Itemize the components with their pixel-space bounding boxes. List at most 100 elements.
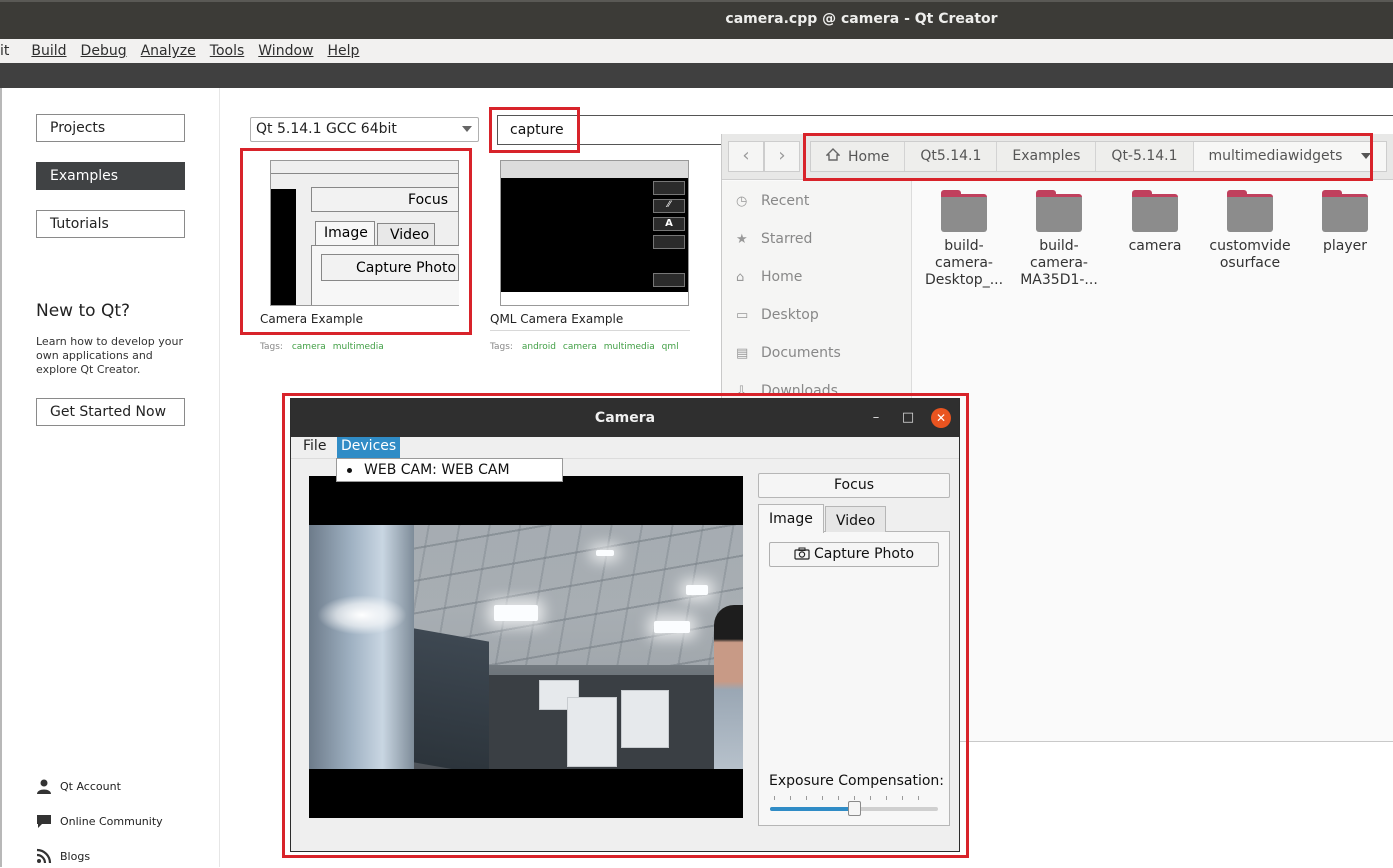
menu-window[interactable]: Window: [258, 39, 313, 63]
tab-video[interactable]: Video: [825, 506, 887, 532]
qml-thumb-button-2: ⁄⁄: [653, 199, 685, 213]
folder-name-line: osurface: [1219, 255, 1281, 271]
tag-camera[interactable]: camera: [292, 342, 326, 352]
feed-light: [686, 585, 708, 595]
feed-glare: [317, 595, 407, 635]
exposure-slider-handle[interactable]: [848, 801, 861, 816]
tab-image[interactable]: Image: [758, 504, 824, 533]
maximize-icon[interactable]: □: [898, 408, 918, 428]
device-menu-item-label: WEB CAM: WEB CAM: [364, 462, 510, 478]
qml-thumb-button-4: [653, 235, 685, 249]
crumb-examples[interactable]: Examples: [997, 142, 1097, 171]
toolbar-band: [0, 63, 1393, 88]
new-to-qt-description: Learn how to develop your own applicatio…: [36, 335, 184, 376]
folder-build-camera-desktop[interactable]: build- camera- Desktop_...: [919, 190, 1009, 289]
tag-android[interactable]: android: [522, 342, 556, 352]
folder-icon: [1227, 190, 1273, 232]
camera-window-title: Camera: [291, 399, 959, 437]
thumb-menubar-line: [271, 173, 458, 174]
nav-tutorials-button[interactable]: Tutorials: [36, 210, 185, 238]
folder-name-line: camera-: [1030, 255, 1088, 271]
feed-light: [596, 550, 614, 556]
user-icon: [36, 778, 52, 794]
rss-icon: [36, 848, 52, 864]
thumb-tab-video: Video: [377, 223, 435, 245]
crumb-qt5141[interactable]: Qt5.14.1: [905, 142, 998, 171]
sidebar-item-downloads[interactable]: ⇩ Downloads: [736, 383, 838, 399]
focus-button[interactable]: Focus: [758, 473, 950, 498]
menu-help[interactable]: Help: [327, 39, 359, 63]
crumb-home[interactable]: Home: [811, 142, 906, 171]
forward-button[interactable]: ›: [764, 141, 800, 172]
folder-build-camera-ma35d1[interactable]: build- camera- MA35D1-...: [1014, 190, 1104, 289]
crumb-qt-5141[interactable]: Qt-5.14.1: [1096, 142, 1194, 171]
camera-example-thumbnail[interactable]: Focus Image Video Capture Photo: [270, 160, 459, 306]
qml-thumb-button-3: A: [653, 217, 685, 231]
menu-build-label: Build: [31, 43, 67, 59]
folder-customvideosurface[interactable]: customvide osurface: [1205, 190, 1295, 272]
sidebar-item-recent[interactable]: ◷ Recent: [736, 193, 809, 209]
tag-multimedia[interactable]: multimedia: [333, 342, 384, 352]
thumb-capture-button: Capture Photo: [321, 254, 459, 281]
radio-dot-icon: [347, 467, 352, 473]
qml-camera-example-thumbnail[interactable]: ⁄⁄ A: [500, 160, 689, 306]
camera-viewfinder: [309, 476, 743, 818]
folder-name-line: MA35D1-...: [1020, 272, 1098, 288]
menu-file[interactable]: File: [299, 437, 330, 458]
nav-examples-button[interactable]: Examples: [36, 162, 185, 190]
sidebar-item-desktop[interactable]: ▭ Desktop: [736, 307, 819, 323]
menu-tools[interactable]: Tools: [210, 39, 245, 63]
crumb-multimediawidgets[interactable]: multimediawidgets: [1193, 142, 1386, 171]
folder-player[interactable]: player: [1300, 190, 1390, 255]
camera-example-title[interactable]: Camera Example: [260, 312, 363, 326]
close-icon[interactable]: ✕: [931, 408, 951, 428]
minimize-icon[interactable]: –: [866, 408, 886, 428]
folder-name-line: camera: [1128, 238, 1182, 254]
exposure-label: Exposure Compensation:: [769, 773, 945, 789]
chevron-down-icon[interactable]: [1360, 153, 1371, 159]
tag-camera[interactable]: camera: [563, 342, 597, 352]
folder-camera[interactable]: camera: [1110, 190, 1200, 255]
sidebar-item-starred[interactable]: ★ Starred: [736, 231, 812, 247]
qml-camera-example-tags: Tags: android camera multimedia qml: [490, 342, 679, 352]
mode-bar-edge: [0, 88, 2, 867]
qt-account-link[interactable]: Qt Account: [36, 778, 121, 794]
qml-camera-example-title[interactable]: QML Camera Example: [490, 312, 623, 326]
menu-help-label: Help: [327, 43, 360, 59]
path-breadcrumb: Home Qt5.14.1 Examples Qt-5.14.1 multime…: [810, 141, 1387, 172]
qt-version-select[interactable]: Qt 5.14.1 GCC 64bit: [250, 117, 479, 142]
menu-debug[interactable]: Debug: [81, 39, 127, 63]
clock-icon: ◷: [736, 193, 748, 209]
tag-qml[interactable]: qml: [662, 342, 679, 352]
sidebar-item-documents[interactable]: ▤ Documents: [736, 345, 841, 361]
menu-build[interactable]: Build: [31, 39, 66, 63]
back-button[interactable]: ‹: [728, 141, 764, 172]
sidebar-item-home[interactable]: ⌂ Home: [736, 269, 802, 285]
capture-photo-button[interactable]: Capture Photo: [769, 542, 939, 567]
device-menu-item[interactable]: WEB CAM: WEB CAM: [336, 458, 563, 482]
capture-photo-label: Capture Photo: [813, 546, 915, 562]
sidebar-item-label: Desktop: [761, 307, 819, 323]
folder-name-line: camera-: [935, 255, 993, 271]
qml-thumb-titlebar: [501, 161, 688, 178]
sidebar-item-label: Starred: [761, 231, 813, 247]
menu-debug-label: Debug: [80, 43, 127, 59]
title-bar: camera.cpp @ camera - Qt Creator: [0, 0, 1393, 39]
folder-icon: [1322, 190, 1368, 232]
blogs-link[interactable]: Blogs: [36, 848, 90, 864]
folder-icon: [941, 190, 987, 232]
folder-name-line: build-: [1039, 238, 1079, 254]
menu-analyze[interactable]: Analyze: [141, 39, 196, 63]
nav-projects-button[interactable]: Projects: [36, 114, 185, 142]
get-started-button[interactable]: Get Started Now: [36, 398, 185, 426]
tag-multimedia[interactable]: multimedia: [604, 342, 655, 352]
crumb-multimediawidgets-label: multimediawidgets: [1208, 148, 1343, 164]
example-separator: [490, 330, 690, 331]
camera-menu-bar: File Devices: [291, 437, 959, 459]
menu-devices[interactable]: Devices: [337, 437, 401, 458]
folder-name-line: player: [1322, 238, 1367, 254]
menu-edit[interactable]: it: [0, 39, 9, 63]
desktop-icon: ▭: [736, 307, 749, 323]
sidebar-item-label: Downloads: [761, 383, 838, 399]
online-community-link[interactable]: Online Community: [36, 813, 163, 829]
